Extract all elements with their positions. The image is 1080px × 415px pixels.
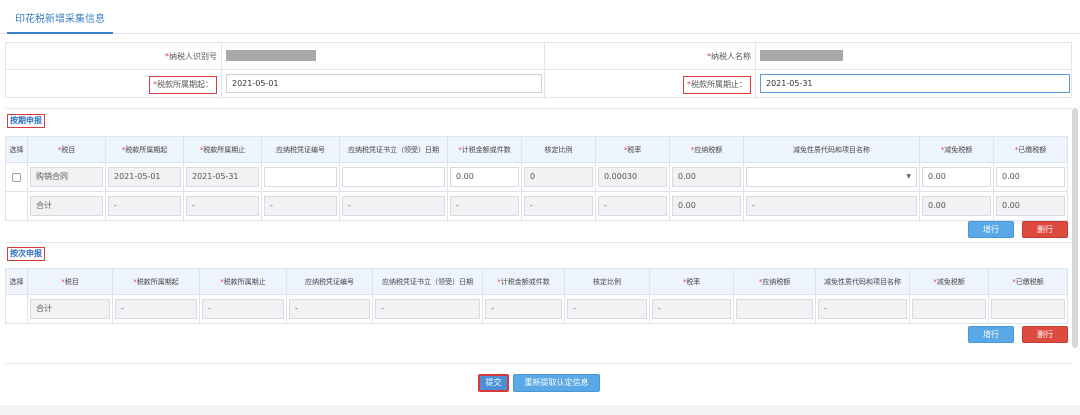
- period-start-label: *税款所属期起：: [149, 76, 217, 94]
- col-header: 选择: [5, 268, 28, 295]
- tab-stamp-tax-collection[interactable]: 印花税新增采集信息: [7, 10, 113, 34]
- col-header: *应纳税额: [669, 136, 744, 163]
- per-time-delete-row-button[interactable]: 删行: [1022, 326, 1068, 343]
- periodic-delete-row-button[interactable]: 删行: [1022, 221, 1068, 238]
- total-tax-payable: 0.00: [672, 196, 741, 216]
- col-header: *税目: [27, 268, 113, 295]
- col-header: *减免税额: [909, 268, 989, 295]
- per-time-section-title: 按次申报: [7, 247, 45, 261]
- per-time-declaration-section: 按次申报 选择 *税目 *税款所属期起 *税款所属期止 应纳税凭证编号 应纳税凭…: [5, 242, 1072, 348]
- taxpayer-form: *纳税人识别号 *纳税人名称 *税款所属期起： 2021-05-01 *税款所属…: [5, 42, 1072, 99]
- tab-bar: 印花税新增采集信息: [0, 0, 1080, 34]
- total-label: 合计: [30, 196, 103, 216]
- table-row: 购销合同 2021-05-01 2021-05-31 0.00 0 0.0003…: [5, 162, 1068, 192]
- col-header: *税款所属期起: [112, 268, 200, 295]
- period-start-input[interactable]: 2021-05-01: [226, 74, 542, 93]
- col-header: 减免性质代码和项目名称: [743, 136, 920, 163]
- periodic-table: 选择 *税目 *税款所属期起 *税款所属期止 应纳税凭证编号 应纳税凭证书立（领…: [5, 136, 1068, 221]
- col-header: *已缴税额: [988, 268, 1068, 295]
- col-header: *税率: [595, 136, 670, 163]
- vertical-scrollbar[interactable]: [1072, 108, 1078, 348]
- col-header: 核定比例: [564, 268, 650, 295]
- col-header: *税目: [27, 136, 106, 163]
- period-end-label: *税款所属期止：: [683, 76, 751, 94]
- total-tax-payable: [736, 299, 813, 319]
- col-header: 应纳税凭证书立（领受）日期: [339, 136, 448, 163]
- total-paid: 0.00: [996, 196, 1065, 216]
- col-header: *税款所属期起: [105, 136, 184, 163]
- col-header: 应纳税凭证书立（领受）日期: [372, 268, 483, 295]
- col-header: *税款所属期止: [183, 136, 262, 163]
- period-end-input[interactable]: 2021-05-31: [760, 74, 1070, 93]
- taxpayer-id-label: *纳税人识别号: [165, 52, 217, 61]
- voucher-number-input[interactable]: [264, 167, 337, 187]
- col-header: 减免性质代码和项目名称: [815, 268, 910, 295]
- form-row-period: *税款所属期起： 2021-05-01 *税款所属期止： 2021-05-31: [6, 70, 1071, 97]
- col-header: *应纳税额: [733, 268, 816, 295]
- assessed-ratio-field: 0: [524, 167, 593, 187]
- total-relief: [912, 299, 986, 319]
- periodic-header-row: 选择 *税目 *税款所属期起 *税款所属期止 应纳税凭证编号 应纳税凭证书立（领…: [5, 136, 1068, 163]
- taxpayer-name-label: *纳税人名称: [707, 52, 751, 61]
- col-header: 应纳税凭证编号: [286, 268, 373, 295]
- col-header: 选择: [5, 136, 28, 163]
- table-row-total: 合计 - - - - - - - 0.00 - 0.00 0.00: [5, 191, 1068, 221]
- taxpayer-id-value-redacted: [226, 50, 316, 61]
- form-row-identity: *纳税人识别号 *纳税人名称: [6, 43, 1071, 70]
- periodic-declaration-section: 按期申报 选择 *税目 *税款所属期起 *税款所属期止 应纳税凭证编号 应纳税凭…: [5, 108, 1072, 240]
- paid-amount-input[interactable]: 0.00: [996, 167, 1065, 187]
- col-header: *计税金额或件数: [447, 136, 522, 163]
- taxpayer-name-value-redacted: [760, 50, 843, 61]
- col-header: 核定比例: [521, 136, 596, 163]
- col-header: *税率: [649, 268, 734, 295]
- periodic-section-title: 按期申报: [7, 114, 45, 128]
- per-time-header-row: 选择 *税目 *税款所属期起 *税款所属期止 应纳税凭证编号 应纳税凭证书立（领…: [5, 268, 1068, 295]
- total-paid: [991, 299, 1065, 319]
- row-select-checkbox[interactable]: [12, 172, 21, 182]
- per-time-add-row-button[interactable]: 增行: [968, 326, 1014, 343]
- relief-code-select[interactable]: ▼: [746, 167, 917, 187]
- submit-button[interactable]: 提交: [478, 374, 509, 392]
- period-start-field: 2021-05-01: [108, 167, 181, 187]
- period-end-field: 2021-05-31: [186, 167, 259, 187]
- periodic-add-row-button[interactable]: 增行: [968, 221, 1014, 238]
- total-relief: 0.00: [922, 196, 991, 216]
- col-header: *税款所属期止: [199, 268, 287, 295]
- col-header: *减免税额: [919, 136, 994, 163]
- taxable-amount-input[interactable]: 0.00: [450, 167, 519, 187]
- per-time-table: 选择 *税目 *税款所属期起 *税款所属期止 应纳税凭证编号 应纳税凭证书立（领…: [5, 268, 1068, 324]
- tax-item-field: 购销合同: [30, 167, 103, 187]
- table-row-total: 合计 - - - - - - - -: [5, 294, 1068, 324]
- tax-rate-field: 0.00030: [598, 167, 667, 187]
- total-label: 合计: [30, 299, 110, 319]
- col-header: 应纳税凭证编号: [261, 136, 340, 163]
- tax-payable-field: 0.00: [672, 167, 741, 187]
- chevron-down-icon: ▼: [906, 173, 911, 180]
- col-header: *已缴税额: [993, 136, 1068, 163]
- bottom-bar: [0, 405, 1080, 415]
- refetch-info-button[interactable]: 重新提取认定信息: [513, 374, 600, 392]
- col-header: *计税金额或件数: [482, 268, 565, 295]
- relief-amount-input[interactable]: 0.00: [922, 167, 991, 187]
- voucher-date-input[interactable]: [342, 167, 445, 187]
